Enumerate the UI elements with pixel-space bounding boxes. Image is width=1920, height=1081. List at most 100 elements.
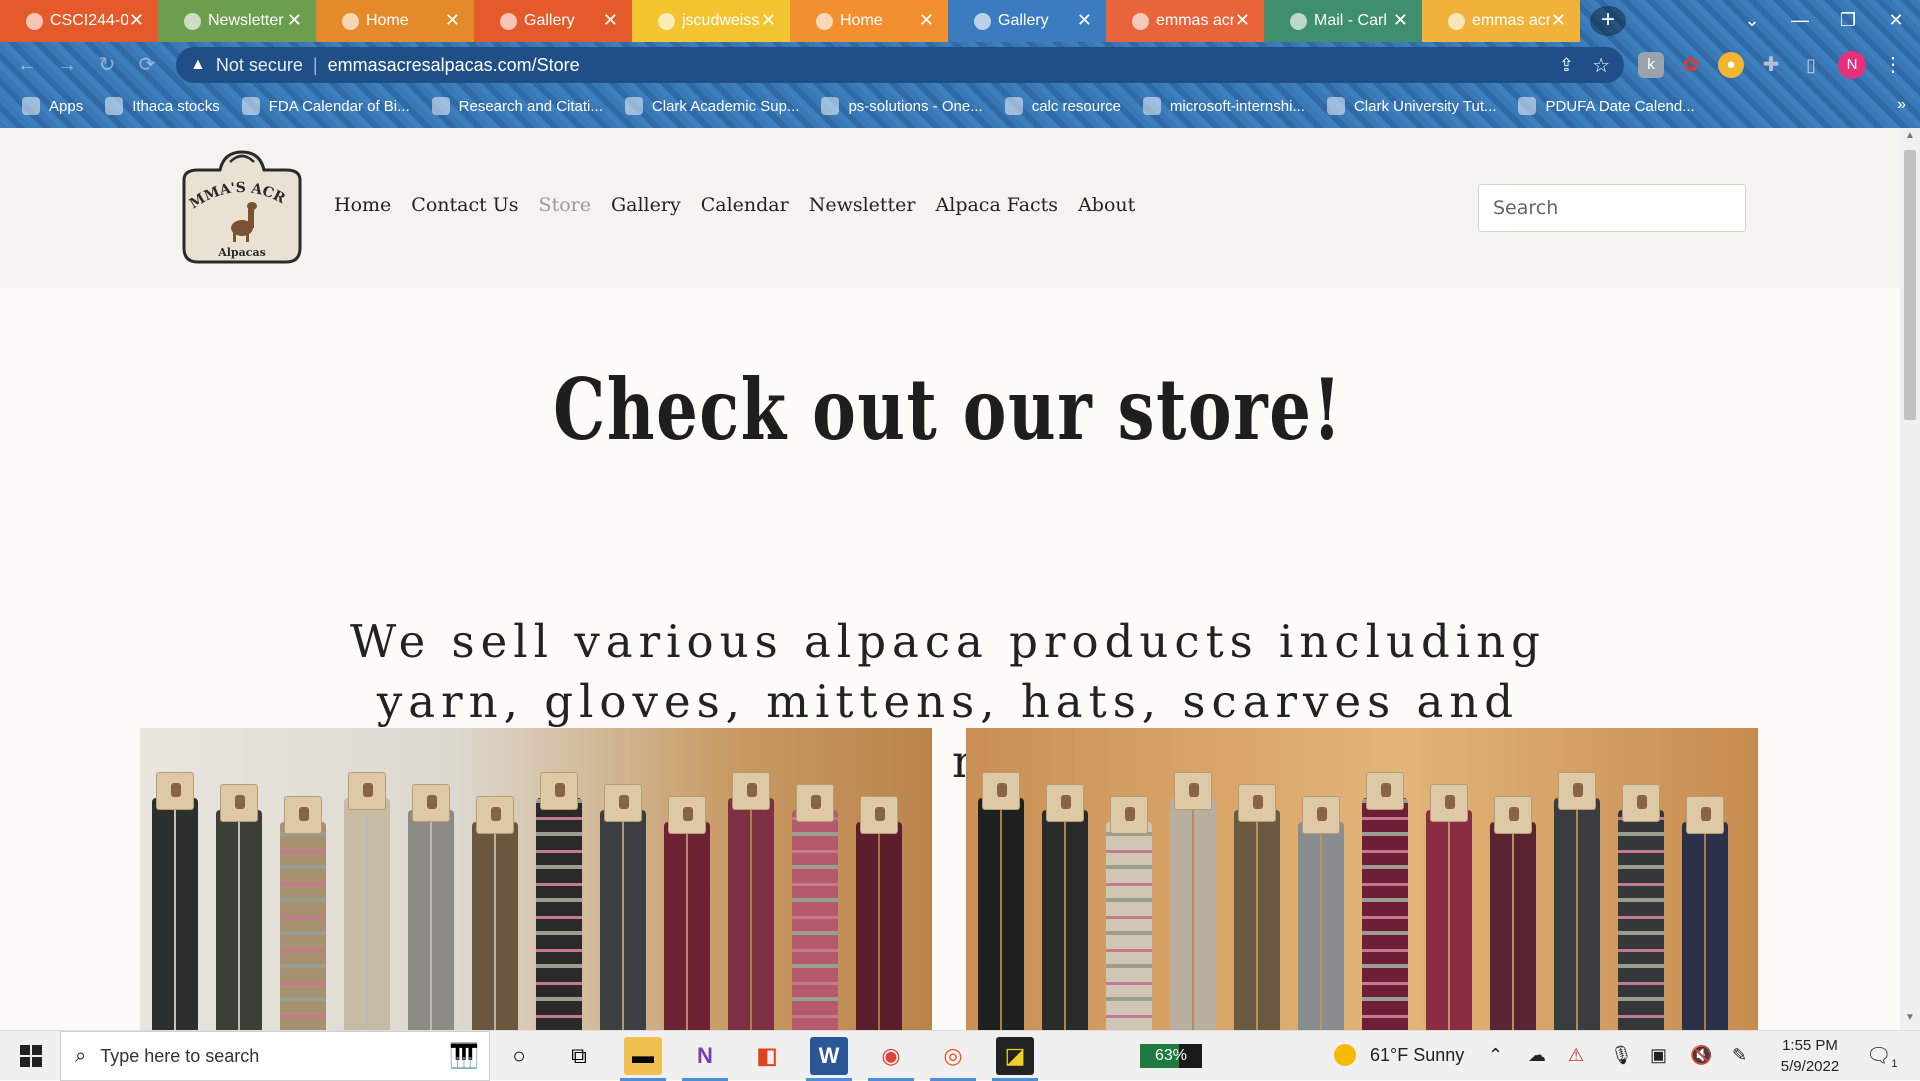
restore-button[interactable]: ❐ — [1824, 0, 1872, 42]
battery-meter[interactable]: 63% — [1140, 1044, 1202, 1068]
security-label[interactable]: Not secure — [216, 55, 303, 76]
new-tab-button[interactable]: + — [1590, 6, 1626, 36]
nav-link-store[interactable]: Store — [539, 194, 591, 216]
weather-widget[interactable]: 61°F Sunny — [1334, 1044, 1464, 1066]
ubuntu-icon[interactable]: ◎ — [930, 1037, 976, 1081]
warning-triangle-icon[interactable]: ▲ — [190, 56, 206, 74]
extension-sync-icon[interactable]: ⟳ — [132, 50, 162, 80]
nav-link-calendar[interactable]: Calendar — [701, 194, 789, 216]
sock-pair — [1362, 772, 1408, 1030]
bookmark-item[interactable]: Clark University Tut... — [1326, 97, 1496, 115]
onedrive-icon[interactable]: ☁ — [1528, 1045, 1546, 1066]
bookmark-item[interactable]: Apps — [22, 97, 83, 115]
back-button[interactable]: ← — [12, 50, 42, 80]
tab-close-icon[interactable]: ✕ — [445, 10, 460, 31]
reload-button[interactable]: ↻ — [92, 50, 122, 80]
url-text[interactable]: emmasacresalpacas.com/Store — [328, 55, 580, 76]
bookmark-item[interactable]: Ithaca stocks — [105, 97, 220, 115]
bookmark-item[interactable]: Research and Citati... — [431, 97, 603, 115]
bookmark-item[interactable]: FDA Calendar of Bi... — [241, 97, 410, 115]
taskbar-search-box[interactable]: ⌕ Type here to search 🎹 — [60, 1031, 490, 1081]
extensions-puzzle-icon[interactable]: ✚ — [1758, 52, 1784, 78]
reading-list-icon[interactable]: ▯ — [1798, 52, 1824, 78]
bookmarks-overflow-button[interactable]: » — [1897, 96, 1906, 114]
nav-link-newsletter[interactable]: Newsletter — [809, 194, 916, 216]
office-icon[interactable]: ◧ — [748, 1037, 786, 1075]
browser-tab[interactable]: emmas acre✕ — [1106, 0, 1264, 42]
chrome-icon[interactable]: ◉ — [868, 1037, 914, 1081]
notification-center-icon[interactable]: 🗨1 — [1866, 1043, 1898, 1070]
minimize-button[interactable]: — — [1776, 0, 1824, 42]
notification-count: 1 — [1891, 1058, 1898, 1070]
bookmark-item[interactable]: PDUFA Date Calend... — [1518, 97, 1695, 115]
browser-tab[interactable]: Mail - Carl ✕ — [1264, 0, 1422, 42]
tab-title: Mail - Carl — [1314, 12, 1387, 29]
scroll-thumb[interactable] — [1904, 150, 1916, 420]
scroll-down-arrow-icon[interactable]: ▼ — [1900, 1012, 1920, 1028]
sun-icon — [1334, 1044, 1356, 1066]
tab-title: CSCI244-01 — [50, 12, 128, 29]
show-hidden-icons-chevron-icon[interactable]: ⌃ — [1488, 1045, 1503, 1066]
browser-tab[interactable]: Home ✕ — [790, 0, 948, 42]
tab-close-icon[interactable]: ✕ — [129, 10, 144, 31]
site-search-input[interactable] — [1478, 184, 1746, 232]
microphone-icon[interactable]: 🎙 — [1610, 1045, 1633, 1066]
bookmark-item[interactable]: calc resource — [1004, 97, 1121, 115]
close-window-button[interactable]: ✕ — [1872, 0, 1920, 42]
nav-link-about[interactable]: About — [1078, 194, 1135, 216]
product-photo-socks-right[interactable] — [966, 728, 1758, 1030]
extension-k-icon[interactable]: k — [1638, 52, 1664, 78]
network-error-icon[interactable]: ⚠ — [1568, 1045, 1584, 1066]
browser-tab[interactable]: Gallery ✕ — [948, 0, 1106, 42]
page-scrollbar[interactable]: ▲ ▼ — [1900, 128, 1920, 1030]
tab-close-icon[interactable]: ✕ — [1393, 10, 1408, 31]
browser-tab[interactable]: jscudweiss/✕ — [632, 0, 790, 42]
sticky-notes-icon[interactable]: ◪ — [992, 1037, 1038, 1081]
tab-close-icon[interactable]: ✕ — [603, 10, 618, 31]
tab-close-icon[interactable]: ✕ — [1077, 10, 1092, 31]
system-clock[interactable]: 1:55 PM 5/9/2022 — [1770, 1035, 1850, 1077]
extension-honey-icon[interactable]: ● — [1718, 52, 1744, 78]
bookmark-item[interactable]: ps-solutions - One... — [821, 97, 983, 115]
browser-tab[interactable]: Gallery ✕ — [474, 0, 632, 42]
site-logo[interactable]: EMMA'S ACRES Alpacas — [175, 136, 305, 268]
nav-link-home[interactable]: Home — [334, 194, 391, 216]
forward-button[interactable]: → — [52, 50, 82, 80]
tab-close-icon[interactable]: ✕ — [919, 10, 934, 31]
task-view-icon[interactable]: ⧉ — [560, 1037, 598, 1075]
address-bar[interactable]: ▲ Not secure | emmasacresalpacas.com/Sto… — [176, 47, 1624, 83]
file-explorer-icon[interactable]: ▬ — [620, 1037, 666, 1081]
bookmark-item[interactable]: microsoft-internshi... — [1142, 97, 1305, 115]
scroll-up-arrow-icon[interactable]: ▲ — [1900, 130, 1920, 146]
browser-tab[interactable]: CSCI244-01✕ — [0, 0, 158, 42]
windows-start-icon[interactable] — [10, 1039, 50, 1073]
tab-close-icon[interactable]: ✕ — [1551, 10, 1566, 31]
tab-close-icon[interactable]: ✕ — [1235, 10, 1250, 31]
onenote-icon[interactable]: N — [682, 1037, 728, 1081]
profile-avatar[interactable]: N — [1838, 51, 1866, 79]
display-icon[interactable]: ▣ — [1650, 1045, 1667, 1066]
bookmark-star-icon[interactable]: ☆ — [1592, 53, 1610, 78]
speaker-muted-icon[interactable]: 🔇 — [1690, 1045, 1712, 1066]
browser-tab[interactable]: Home ✕ — [316, 0, 474, 42]
nav-link-contact-us[interactable]: Contact Us — [411, 194, 518, 216]
browser-tab[interactable]: Newsletter ✕ — [158, 0, 316, 42]
omnibar: ← → ↻ ⟳ ▲ Not secure | emmasacresalpacas… — [0, 42, 1920, 88]
cortana-icon[interactable]: ○ — [500, 1037, 538, 1075]
bookmark-item[interactable]: Clark Academic Sup... — [624, 97, 799, 115]
tab-close-icon[interactable]: ✕ — [761, 10, 776, 31]
word-icon[interactable]: W — [806, 1037, 852, 1081]
extension-red-icon[interactable]: ✿ — [1678, 52, 1704, 78]
share-icon[interactable]: ⇪ — [1559, 55, 1574, 76]
product-label-tag — [1174, 772, 1212, 810]
tab-close-icon[interactable]: ✕ — [287, 10, 302, 31]
sock-pair — [216, 784, 262, 1030]
pen-icon[interactable]: ✎ — [1732, 1045, 1747, 1066]
product-photo-socks-left[interactable] — [140, 728, 932, 1030]
tab-search-button[interactable]: ⌄ — [1728, 0, 1776, 42]
nav-link-alpaca-facts[interactable]: Alpaca Facts — [936, 194, 1059, 216]
nav-link-gallery[interactable]: Gallery — [611, 194, 681, 216]
search-highlight-art-icon[interactable]: 🎹 — [449, 1042, 479, 1071]
chrome-menu-icon[interactable]: ⋮ — [1880, 52, 1906, 78]
browser-tab[interactable]: emmas acre✕ — [1422, 0, 1580, 42]
